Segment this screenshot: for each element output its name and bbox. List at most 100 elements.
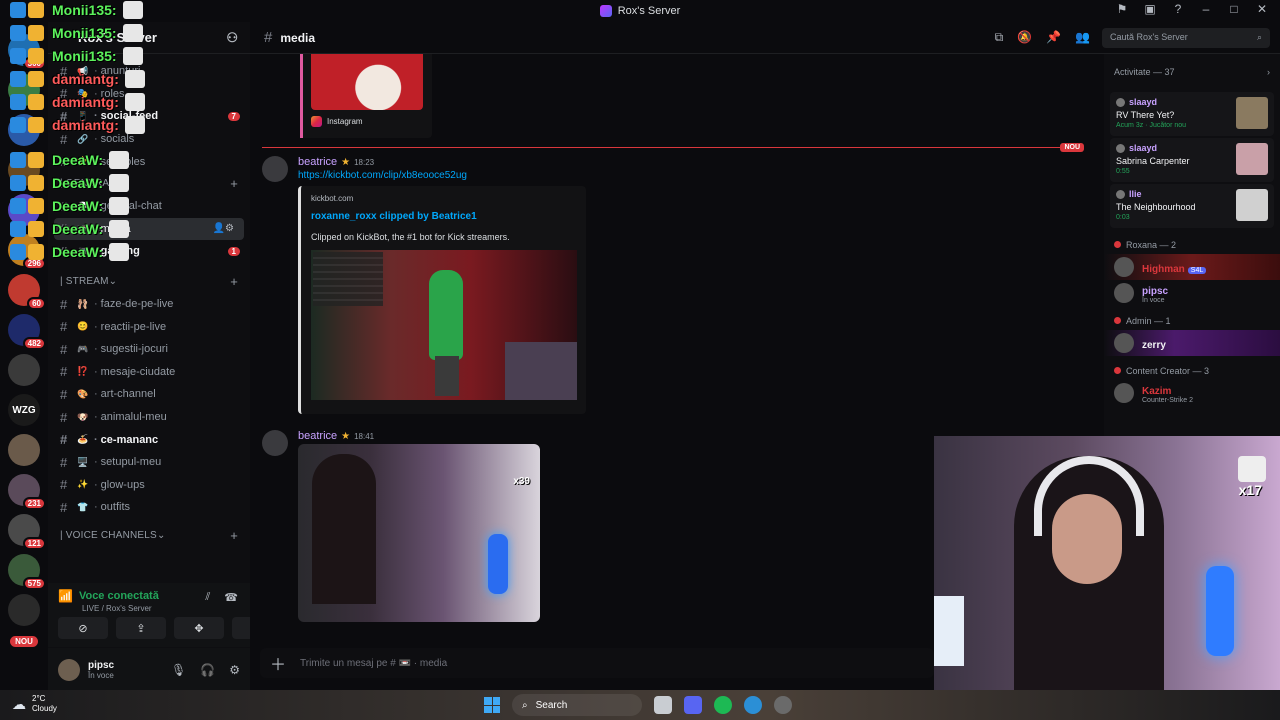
- channel-ce-mananc[interactable]: # 🍝 · ce-mananc: [48, 428, 250, 451]
- server-icon[interactable]: 60: [8, 274, 46, 310]
- activity-card[interactable]: slaayd Sabrina Carpenter 0:55: [1110, 138, 1274, 182]
- pin-icon[interactable]: 📌: [1046, 30, 1061, 45]
- embed-image[interactable]: [311, 250, 577, 400]
- channel-social-feed[interactable]: # 📱 · social-feed 7: [48, 105, 250, 128]
- file-explorer-icon[interactable]: [654, 696, 672, 714]
- inbox-icon[interactable]: ⚑: [1114, 2, 1130, 16]
- server-badge: 482: [22, 337, 46, 350]
- hash-icon: #: [60, 341, 68, 357]
- microphone-icon[interactable]: 🎙: [171, 663, 186, 677]
- image-attachment[interactable]: x39: [298, 444, 540, 622]
- message-composer[interactable]: ＋ Trimite un mesaj pe # 📼 · media: [260, 648, 934, 678]
- category-general[interactable]: | GENERAL ⌄ +: [48, 173, 250, 195]
- server-icon[interactable]: [8, 114, 40, 146]
- channel-outfits[interactable]: # 👕 · outfits: [48, 496, 250, 519]
- avatar[interactable]: [58, 659, 80, 681]
- server-icon[interactable]: [8, 154, 40, 186]
- activities-button[interactable]: ✥: [174, 617, 224, 639]
- noise-suppression-icon[interactable]: ⫽: [205, 591, 210, 604]
- member-item[interactable]: Kazim Counter-Strike 2: [1104, 380, 1280, 406]
- message-author[interactable]: beatrice: [298, 156, 337, 168]
- message-author[interactable]: beatrice: [298, 430, 337, 442]
- channel-setupul-meu[interactable]: # 🖥️ · setupul-meu: [48, 451, 250, 474]
- channel-emoji-icon: ✨: [77, 479, 89, 490]
- member-item[interactable]: zerry: [1104, 330, 1280, 356]
- server-icon[interactable]: [8, 594, 40, 626]
- chevron-right-icon[interactable]: ›: [1267, 67, 1270, 77]
- separator: ·: [94, 388, 98, 401]
- search-input[interactable]: Caută Rox's Server ⌕: [1102, 28, 1270, 48]
- activity-card[interactable]: llie The Neighbourhood 0:03: [1110, 184, 1274, 228]
- member-item[interactable]: Highman S4L: [1104, 254, 1280, 280]
- server-icon[interactable]: 121: [8, 514, 46, 550]
- weather-widget[interactable]: ☁ 2°C Cloudy: [12, 694, 57, 714]
- help-icon[interactable]: ?: [1170, 2, 1186, 16]
- channel-gaming[interactable]: # 🎮 · gaming 1: [48, 240, 250, 263]
- channel-faze-de-pe-live[interactable]: # 🩰 · faze-de-pe-live: [48, 293, 250, 316]
- server-icon[interactable]: WZG: [8, 394, 40, 426]
- server-icon[interactable]: [8, 354, 40, 386]
- channel-animalul-meu[interactable]: # 🐶 · animalul-meu: [48, 406, 250, 429]
- channel-media[interactable]: # 📼 · media 👤⚙: [54, 217, 244, 241]
- screen-share-button[interactable]: ⇪: [116, 617, 166, 639]
- add-channel-icon[interactable]: +: [230, 274, 238, 289]
- channel-general-chat[interactable]: # 💬 · general-chat: [48, 195, 250, 218]
- server-icon[interactable]: [8, 434, 40, 466]
- start-button[interactable]: [484, 697, 500, 713]
- server-icon[interactable]: 300: [8, 34, 46, 70]
- server-icon[interactable]: 231: [8, 474, 46, 510]
- temperature: 2°C: [32, 694, 46, 703]
- server-icon[interactable]: 482: [8, 314, 46, 350]
- add-user-icon[interactable]: ⚇: [226, 30, 238, 46]
- category-voice[interactable]: | VOICE CHANNELS ⌄ +: [48, 525, 250, 547]
- add-attachment-icon[interactable]: ＋: [270, 651, 286, 675]
- server-header[interactable]: Rox's Server ⚇: [48, 22, 250, 54]
- instagram-embed[interactable]: Instagram: [300, 54, 432, 138]
- channel-anunturi[interactable]: # 📢 · anunturi: [48, 60, 250, 83]
- camera-button[interactable]: ⊘: [58, 617, 108, 639]
- channel-sugestii-jocuri[interactable]: # 🎮 · sugestii-jocuri: [48, 338, 250, 361]
- separator: ·: [94, 110, 98, 123]
- edge-icon[interactable]: [744, 696, 762, 714]
- spotify-icon[interactable]: [714, 696, 732, 714]
- channel-socials[interactable]: # 🔗 · socials: [48, 128, 250, 151]
- minimize-icon[interactable]: –: [1198, 2, 1214, 16]
- server-icon[interactable]: 296: [8, 234, 46, 270]
- screen-icon[interactable]: ▣: [1142, 2, 1158, 16]
- avatar[interactable]: [262, 430, 288, 456]
- channel-art-channel[interactable]: # 🎨 · art-channel: [48, 383, 250, 406]
- server-icon[interactable]: [8, 194, 40, 226]
- member-item[interactable]: pipsc În voce: [1104, 280, 1280, 306]
- mute-icon[interactable]: 🔕: [1017, 30, 1032, 45]
- category-stream[interactable]: | STREAM ⌄ +: [48, 271, 250, 293]
- channel-reactii-pe-live[interactable]: # 😊 · reactii-pe-live: [48, 315, 250, 338]
- voice-channel[interactable]: LIVE / Rox's Server: [82, 604, 240, 613]
- app-icon[interactable]: [774, 696, 792, 714]
- server-icon[interactable]: [8, 74, 40, 106]
- instagram-icon: [311, 116, 322, 127]
- disconnect-icon[interactable]: ☎: [224, 591, 238, 604]
- activity-card[interactable]: slaayd RV There Yet? Acum 3z · Jucător nou: [1110, 92, 1274, 136]
- channel-settings-icon[interactable]: 👤⚙: [213, 223, 234, 234]
- avatar[interactable]: [262, 156, 288, 182]
- close-icon[interactable]: ✕: [1254, 2, 1270, 16]
- embed-image[interactable]: [311, 54, 423, 110]
- activity-header-label: Activitate — 37: [1114, 67, 1175, 77]
- channel-roles[interactable]: # 🎭 · roles: [48, 83, 250, 106]
- channel-mesaje-ciudate[interactable]: # ⁉️ · mesaje-ciudate: [48, 361, 250, 384]
- maximize-icon[interactable]: □: [1226, 2, 1242, 16]
- message-link[interactable]: https://kickbot.com/clip/xb8eooce52ug: [298, 170, 467, 181]
- headphones-icon[interactable]: 🎧: [200, 663, 215, 677]
- add-channel-icon[interactable]: +: [230, 528, 238, 543]
- channel-glow-ups[interactable]: # ✨ · glow-ups: [48, 474, 250, 497]
- channel-self-roles[interactable]: # ⭐ · self-roles: [48, 150, 250, 173]
- members-icon[interactable]: 👥: [1075, 30, 1090, 45]
- embed-title[interactable]: roxanne_roxx clipped by Beatrice1: [311, 211, 576, 222]
- discord-icon[interactable]: [684, 696, 702, 714]
- settings-icon[interactable]: ⚙: [229, 663, 240, 677]
- add-channel-icon[interactable]: +: [230, 176, 238, 191]
- chevron-down-icon: ⌄: [114, 178, 124, 190]
- threads-icon[interactable]: ⧉: [995, 30, 1004, 45]
- taskbar-search[interactable]: ⌕ Search: [512, 694, 642, 716]
- server-icon[interactable]: 575: [8, 554, 46, 590]
